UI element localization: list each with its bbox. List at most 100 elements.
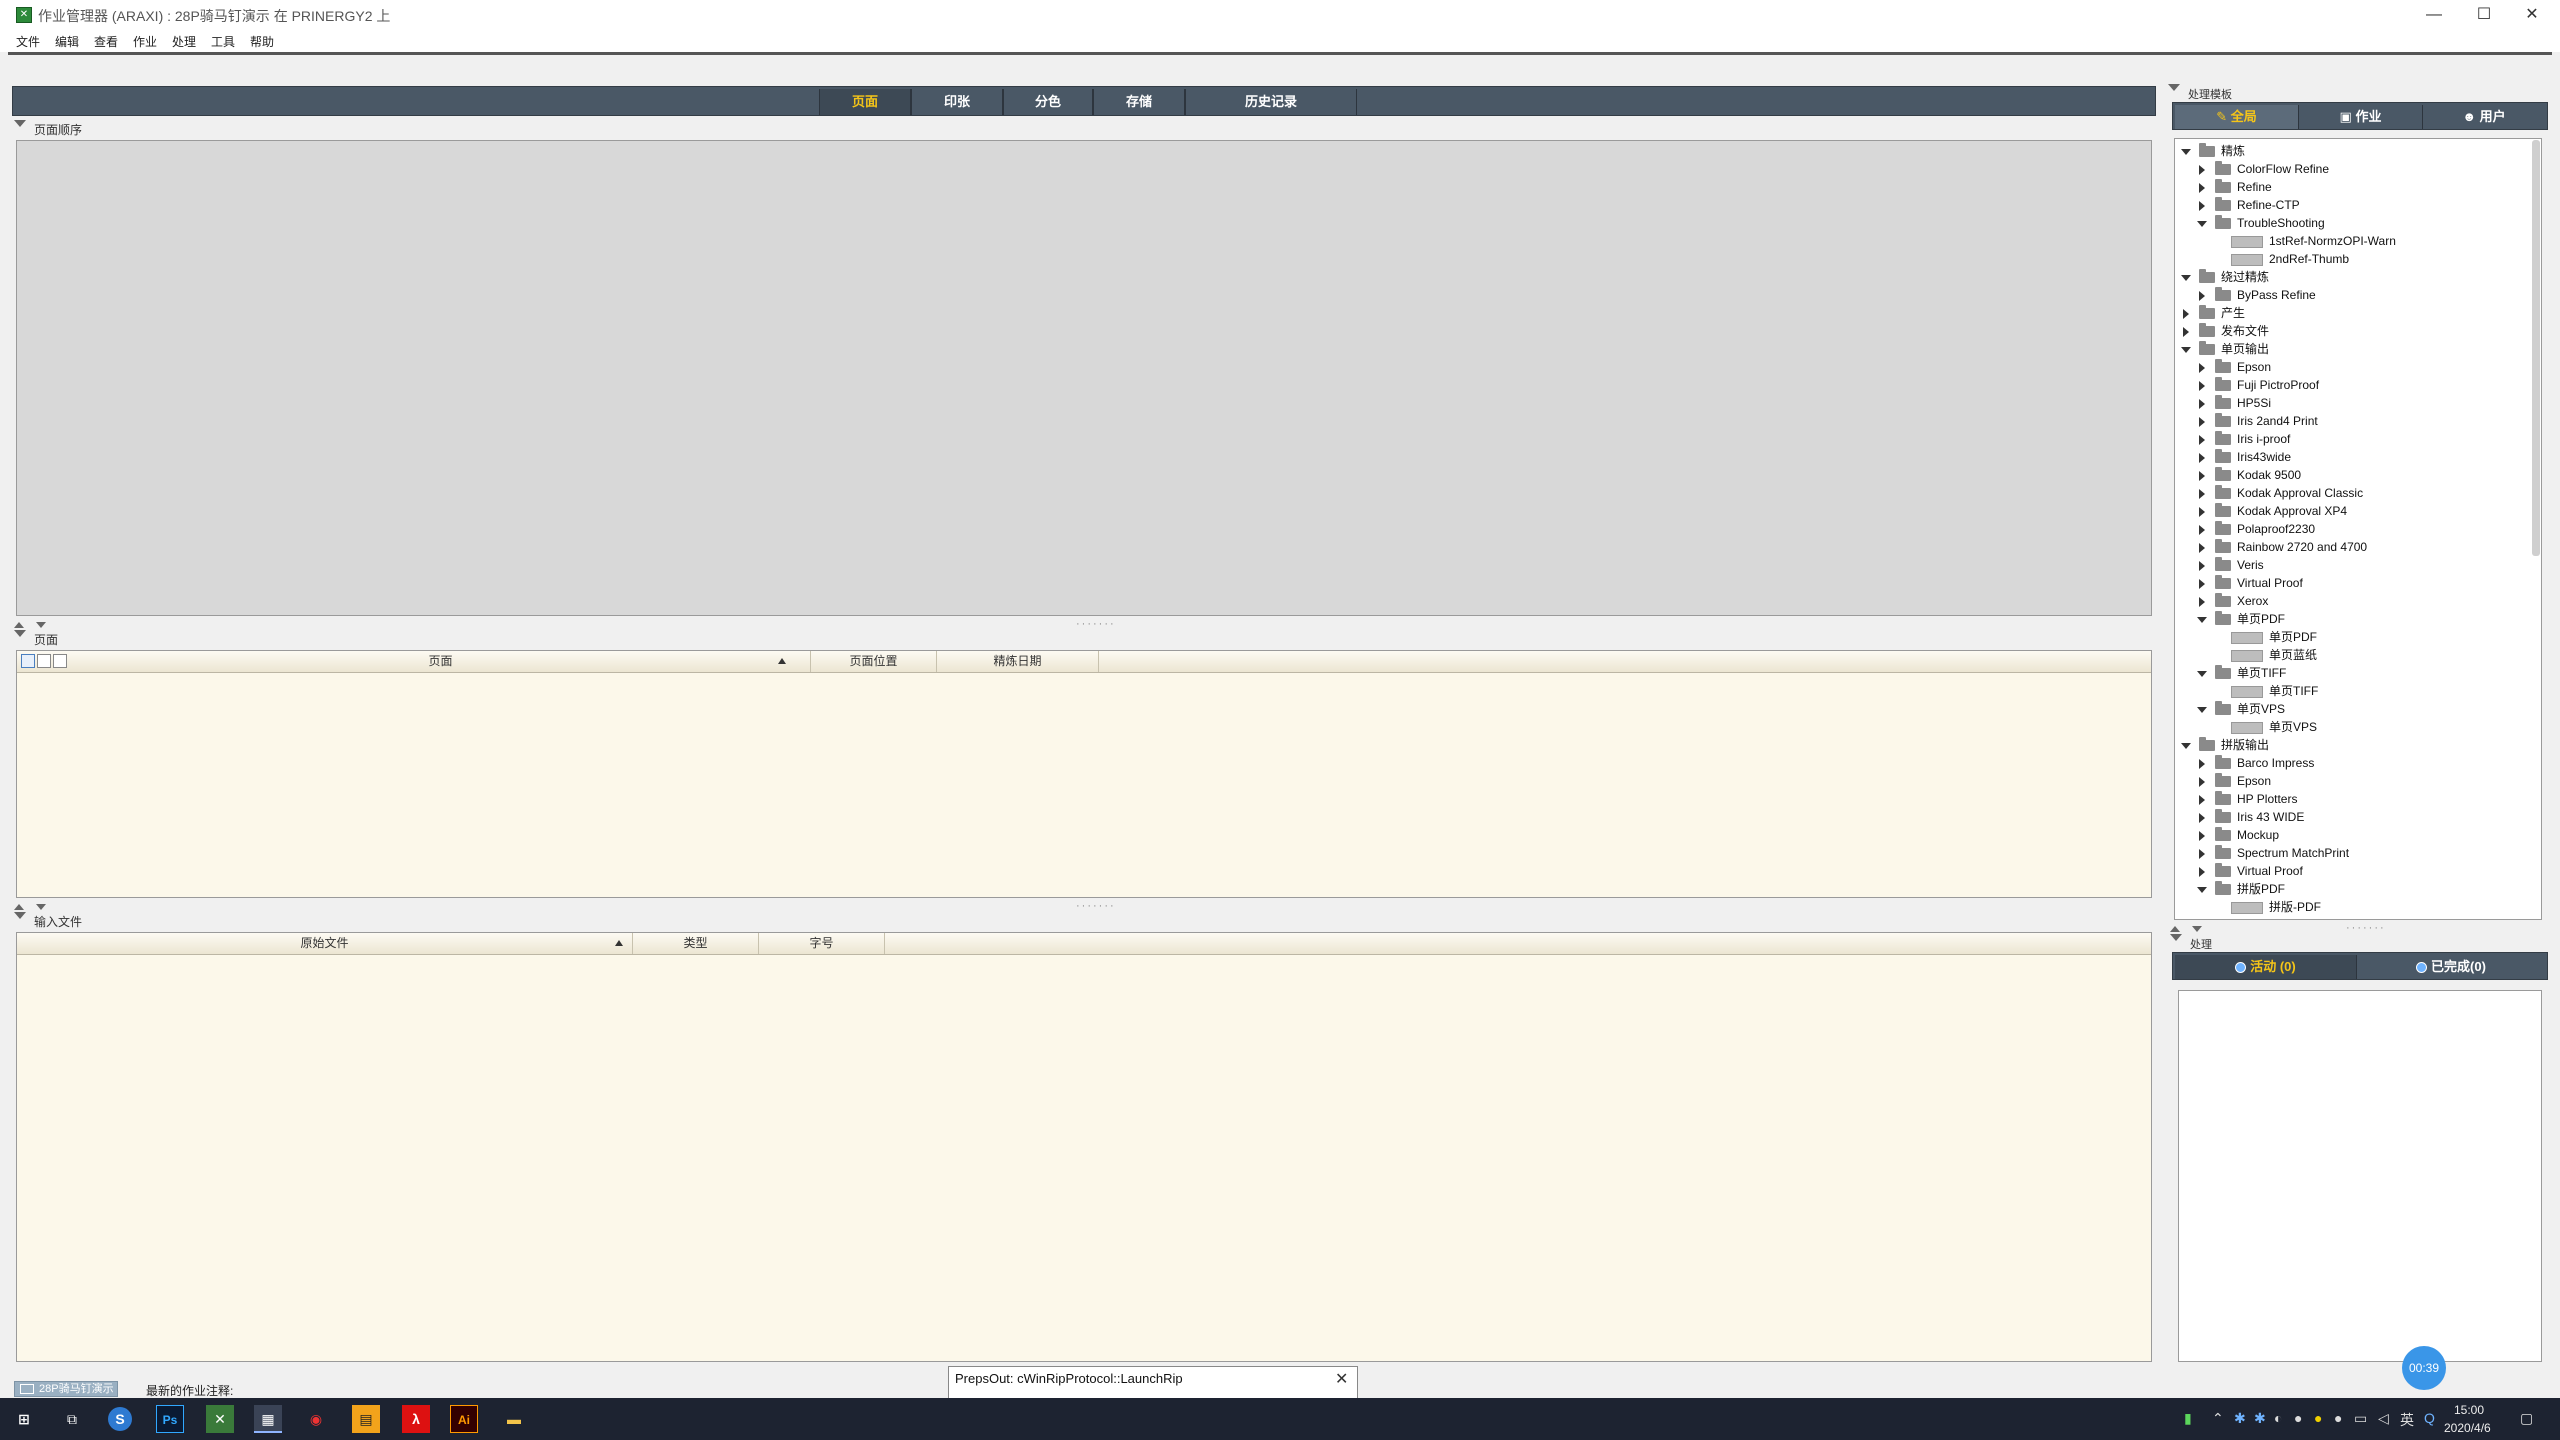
photoshop-icon[interactable]: Ps	[156, 1405, 184, 1433]
column-font-size[interactable]: 字号	[759, 933, 885, 954]
acrobat-icon[interactable]: λ	[402, 1405, 430, 1433]
tree-item[interactable]: Rainbow 2720 and 4700	[2181, 538, 2396, 556]
tray-app-icon[interactable]: ✱	[2254, 1410, 2266, 1427]
tree-item[interactable]: Iris i-proof	[2181, 430, 2396, 448]
collapsed-arrow-icon[interactable]	[2199, 200, 2205, 211]
wechat-icon[interactable]: ●	[2294, 1410, 2302, 1426]
job-manager-icon[interactable]: ▦	[254, 1405, 282, 1433]
collapsed-arrow-icon[interactable]	[2199, 578, 2205, 589]
menu-process[interactable]: 处理	[172, 33, 196, 50]
prinergy-icon[interactable]: ✕	[206, 1405, 234, 1433]
column-page[interactable]: 页面	[71, 651, 811, 672]
collapsed-arrow-icon[interactable]	[2183, 326, 2189, 337]
collapsed-arrow-icon[interactable]	[2199, 416, 2205, 427]
collapse-process-icon[interactable]	[2170, 934, 2182, 941]
minimize-button[interactable]: —	[2406, 0, 2462, 30]
collapse-page-order-icon[interactable]	[14, 120, 26, 127]
tree-scrollbar[interactable]	[2532, 140, 2540, 556]
tab-signatures[interactable]: 印张	[911, 89, 1003, 115]
clock-date[interactable]: 2020/4/6	[2444, 1421, 2491, 1435]
expanded-arrow-icon[interactable]	[2181, 742, 2191, 749]
battery-icon[interactable]: ▮	[2184, 1410, 2192, 1427]
collapsed-arrow-icon[interactable]	[2199, 794, 2205, 805]
tree-item[interactable]: Mockup	[2181, 826, 2396, 844]
tree-item[interactable]: 2ndRef-Thumb	[2181, 250, 2396, 268]
tray-yellow-icon[interactable]: ●	[2314, 1410, 2322, 1426]
tree-item[interactable]: Fuji PictroProof	[2181, 376, 2396, 394]
job-tab[interactable]: 28P骑马钉演示	[14, 1381, 118, 1397]
task-view-icon[interactable]: ⧉	[58, 1405, 86, 1433]
tray-chevron-icon[interactable]: ⌃	[2212, 1410, 2224, 1427]
tree-item[interactable]: 单页TIFF	[2181, 682, 2396, 700]
tree-item[interactable]: 绕过精炼	[2181, 268, 2396, 286]
column-original-file[interactable]: 原始文件	[17, 933, 633, 954]
tab-history[interactable]: 历史记录	[1185, 89, 1357, 115]
input-files-table[interactable]: 原始文件 类型 字号	[16, 932, 2152, 1362]
tree-item[interactable]: Iris43wide	[2181, 448, 2396, 466]
tree-item[interactable]: Iris 2and4 Print	[2181, 412, 2396, 430]
tree-item[interactable]: Xerox	[2181, 592, 2396, 610]
collapsed-arrow-icon[interactable]	[2199, 830, 2205, 841]
page-order-panel[interactable]	[16, 140, 2152, 616]
column-type[interactable]: 类型	[633, 933, 759, 954]
tree-item[interactable]: Refine	[2181, 178, 2396, 196]
tree-item[interactable]: 单页蓝纸	[2181, 646, 2396, 664]
tree-item[interactable]: Epson	[2181, 358, 2396, 376]
tree-item[interactable]: TroubleShooting	[2181, 214, 2396, 232]
tray-green-icon[interactable]: ●	[2334, 1410, 2342, 1426]
collapsed-arrow-icon[interactable]	[2199, 524, 2205, 535]
splitter-handle[interactable]: ·······	[2346, 922, 2386, 934]
expanded-arrow-icon[interactable]	[2197, 706, 2207, 713]
collapsed-arrow-icon[interactable]	[2199, 542, 2205, 553]
tree-item[interactable]: 拼版PDF	[2181, 880, 2396, 898]
tree-item[interactable]: 1stRef-NormzOPI-Warn	[2181, 232, 2396, 250]
tree-item[interactable]: Veris	[2181, 556, 2396, 574]
tree-item[interactable]: 单页TIFF	[2181, 664, 2396, 682]
collapsed-arrow-icon[interactable]	[2199, 398, 2205, 409]
tree-item[interactable]: HP5Si	[2181, 394, 2396, 412]
tree-item[interactable]: 发布文件	[2181, 322, 2396, 340]
tab-global[interactable]: ✎ 全局	[2175, 105, 2299, 129]
browser-icon[interactable]: S	[108, 1407, 132, 1431]
ime-indicator[interactable]: 英	[2400, 1410, 2414, 1430]
view-thumbnail-icon[interactable]	[21, 654, 35, 668]
menu-help[interactable]: 帮助	[250, 33, 274, 50]
tree-item[interactable]: ByPass Refine	[2181, 286, 2396, 304]
collapsed-arrow-icon[interactable]	[2199, 866, 2205, 877]
tree-item[interactable]: 单页输出	[2181, 340, 2396, 358]
expand-up-icon[interactable]	[14, 904, 24, 910]
collapsed-arrow-icon[interactable]	[2199, 776, 2205, 787]
collapsed-arrow-icon[interactable]	[2199, 560, 2205, 571]
tree-item[interactable]: Kodak 9500	[2181, 466, 2396, 484]
network-icon[interactable]: ◐	[2274, 1410, 2282, 1426]
collapsed-arrow-icon[interactable]	[2199, 470, 2205, 481]
dropdown-icon[interactable]	[36, 622, 46, 628]
windows-start-icon[interactable]: ⊞	[10, 1405, 38, 1433]
collapsed-arrow-icon[interactable]	[2199, 380, 2205, 391]
tab-separations[interactable]: 分色	[1003, 89, 1093, 115]
expanded-arrow-icon[interactable]	[2197, 220, 2207, 227]
illustrator-icon[interactable]: Ai	[450, 1405, 478, 1433]
expanded-arrow-icon[interactable]	[2197, 616, 2207, 623]
expanded-arrow-icon[interactable]	[2197, 670, 2207, 677]
tab-active-processes[interactable]: 活动 (0)	[2175, 955, 2357, 979]
tree-item[interactable]: HP Plotters	[2181, 790, 2396, 808]
collapsed-arrow-icon[interactable]	[2183, 308, 2189, 319]
tree-item[interactable]: Polaproof2230	[2181, 520, 2396, 538]
column-page-position[interactable]: 页面位置	[811, 651, 937, 672]
tab-user[interactable]: ☻ 用户	[2423, 105, 2545, 129]
expanded-arrow-icon[interactable]	[2197, 886, 2207, 893]
tree-item[interactable]: Iris 43 WIDE	[2181, 808, 2396, 826]
splitter-handle[interactable]: ·······	[1076, 900, 1116, 912]
expanded-arrow-icon[interactable]	[2181, 274, 2191, 281]
timer-badge[interactable]: 00:39	[2402, 1346, 2446, 1390]
tree-item[interactable]: 产生	[2181, 304, 2396, 322]
tab-storage[interactable]: 存储	[1093, 89, 1185, 115]
template-tree[interactable]: 精炼 ColorFlow Refine Refine Refine-CTP Troubl…	[2174, 138, 2542, 920]
close-button[interactable]: ✕	[2504, 0, 2560, 30]
tray-app-icon[interactable]: ✱	[2234, 1410, 2246, 1427]
process-list[interactable]	[2178, 990, 2542, 1362]
collapsed-arrow-icon[interactable]	[2199, 182, 2205, 193]
expanded-arrow-icon[interactable]	[2181, 148, 2191, 155]
collapsed-arrow-icon[interactable]	[2199, 848, 2205, 859]
